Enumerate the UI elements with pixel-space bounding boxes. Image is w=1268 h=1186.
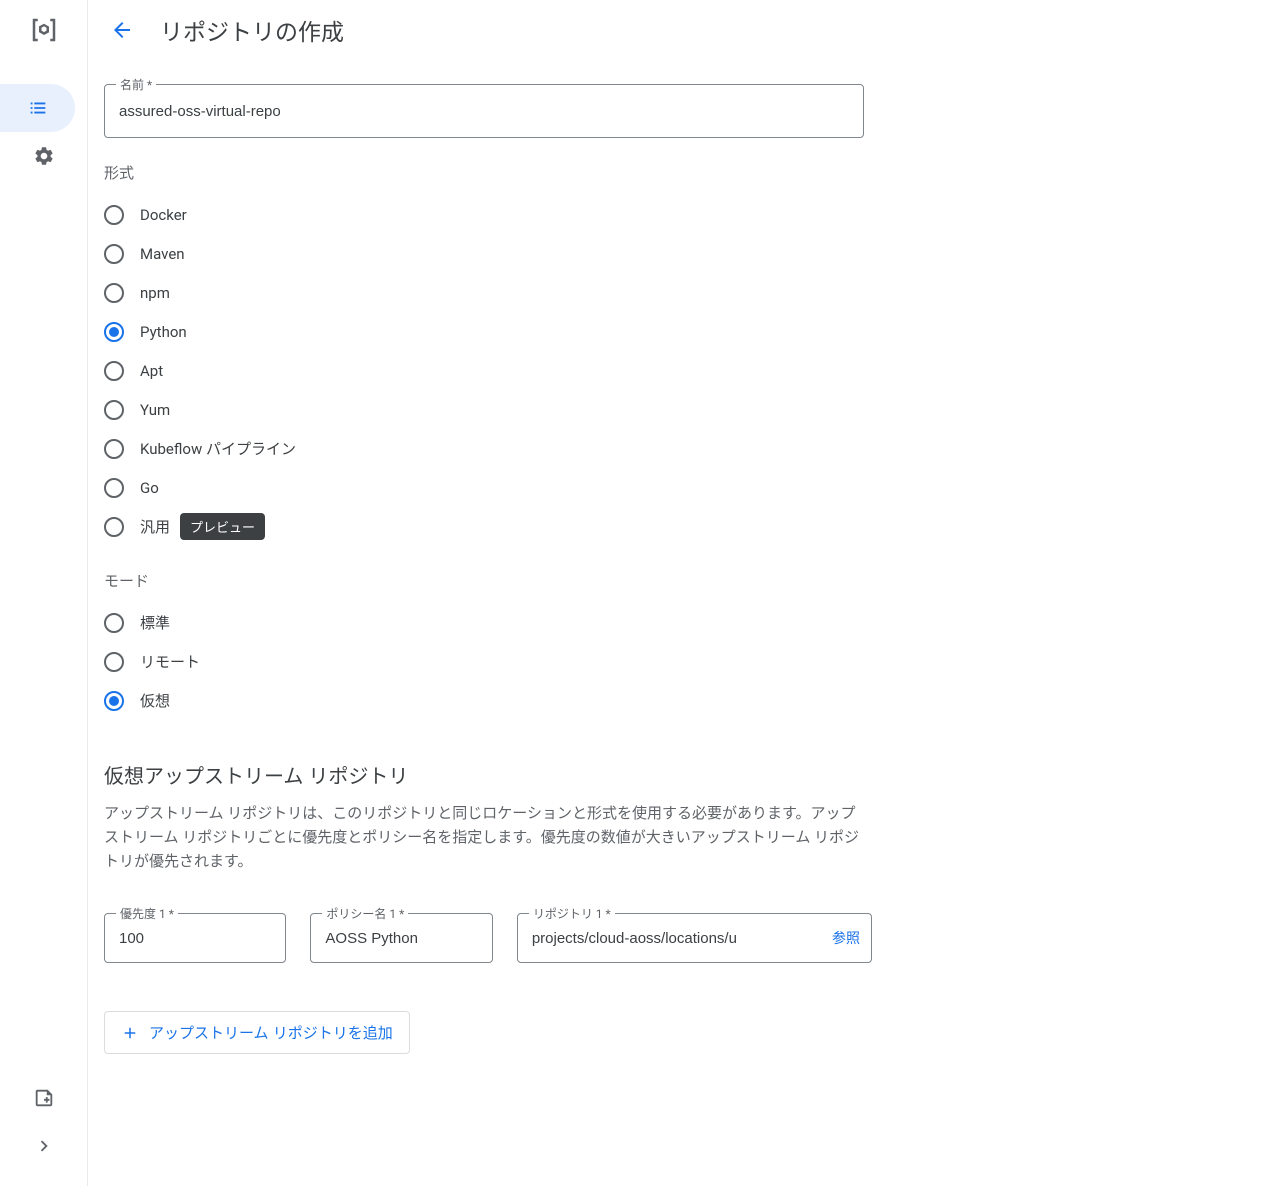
radio-label: Kubeflow パイプライン: [140, 438, 296, 459]
format-go[interactable]: Go: [104, 468, 872, 507]
format-apt[interactable]: Apt: [104, 351, 872, 390]
radio-icon: [104, 283, 124, 303]
policy-label: ポリシー名 1 *: [322, 905, 408, 922]
nav-settings[interactable]: [0, 132, 87, 180]
plus-icon: [121, 1024, 139, 1042]
radio-label: Python: [140, 323, 187, 341]
upstream-description: アップストリーム リポジトリは、このリポジトリと同じロケーションと形式を使用する…: [104, 801, 864, 873]
mode-group: 標準 リモート 仮想: [104, 603, 872, 720]
priority-label: 優先度 1 *: [116, 905, 178, 922]
radio-icon: [104, 400, 124, 420]
upstream-heading: 仮想アップストリーム リポジトリ: [104, 760, 872, 789]
radio-icon: [104, 205, 124, 225]
radio-label: Go: [140, 479, 159, 497]
radio-icon: [104, 478, 124, 498]
radio-label: 標準: [140, 612, 170, 633]
preview-badge: プレビュー: [180, 513, 265, 540]
nav-notes[interactable]: [0, 1074, 87, 1122]
note-icon: [33, 1087, 55, 1109]
mode-standard[interactable]: 標準: [104, 603, 872, 642]
name-field: 名前 *: [104, 84, 872, 138]
radio-label: リモート: [140, 651, 200, 672]
radio-label: Apt: [140, 362, 163, 380]
radio-icon: [104, 517, 124, 537]
main: リポジトリの作成 名前 * 形式 Docker Maven npm Python…: [88, 0, 1268, 1186]
priority-field: 優先度 1 *: [104, 913, 286, 963]
format-generic[interactable]: 汎用プレビュー: [104, 507, 872, 546]
content: 名前 * 形式 Docker Maven npm Python Apt Yum …: [88, 60, 888, 1078]
add-upstream-label: アップストリーム リポジトリを追加: [149, 1022, 393, 1043]
radio-icon: [104, 361, 124, 381]
mode-virtual[interactable]: 仮想: [104, 681, 872, 720]
radio-icon: [104, 691, 124, 711]
radio-label: Yum: [140, 401, 170, 419]
mode-remote[interactable]: リモート: [104, 642, 872, 681]
format-yum[interactable]: Yum: [104, 390, 872, 429]
radio-icon: [104, 652, 124, 672]
format-kubeflow[interactable]: Kubeflow パイプライン: [104, 429, 872, 468]
radio-label: 汎用: [140, 516, 170, 537]
repo-label: リポジトリ 1 *: [529, 905, 615, 922]
name-input[interactable]: [104, 84, 864, 138]
format-group: Docker Maven npm Python Apt Yum Kubeflow…: [104, 195, 872, 546]
radio-icon: [104, 439, 124, 459]
sidebar-bottom: [0, 1074, 87, 1186]
format-npm[interactable]: npm: [104, 273, 872, 312]
radio-label: 仮想: [140, 690, 170, 711]
gear-icon: [33, 145, 55, 167]
format-label: 形式: [104, 162, 872, 183]
upstream-row: 優先度 1 * ポリシー名 1 * リポジトリ 1 * 参照: [104, 913, 872, 963]
radio-icon: [104, 322, 124, 342]
arrow-left-icon: [110, 18, 134, 42]
radio-label: Maven: [140, 245, 185, 263]
artifact-registry-icon: [29, 15, 59, 45]
page-title: リポジトリの作成: [160, 13, 344, 47]
format-python[interactable]: Python: [104, 312, 872, 351]
radio-label: Docker: [140, 206, 187, 224]
sidebar-nav: [0, 60, 87, 1074]
radio-icon: [104, 613, 124, 633]
radio-label: npm: [140, 284, 170, 302]
mode-label: モード: [104, 570, 872, 591]
repo-field: リポジトリ 1 * 参照: [517, 913, 872, 963]
policy-field: ポリシー名 1 *: [310, 913, 492, 963]
header: リポジトリの作成: [88, 0, 1268, 60]
chevron-right-icon: [33, 1135, 55, 1157]
back-button[interactable]: [104, 12, 140, 48]
name-label: 名前 *: [116, 76, 156, 93]
sidebar: [0, 0, 88, 1186]
browse-link[interactable]: 参照: [826, 928, 860, 948]
product-logo: [0, 0, 87, 60]
radio-icon: [104, 244, 124, 264]
format-maven[interactable]: Maven: [104, 234, 872, 273]
list-icon: [27, 97, 49, 119]
nav-expand[interactable]: [0, 1122, 87, 1170]
format-docker[interactable]: Docker: [104, 195, 872, 234]
add-upstream-button[interactable]: アップストリーム リポジトリを追加: [104, 1011, 410, 1054]
nav-repositories[interactable]: [0, 84, 75, 132]
